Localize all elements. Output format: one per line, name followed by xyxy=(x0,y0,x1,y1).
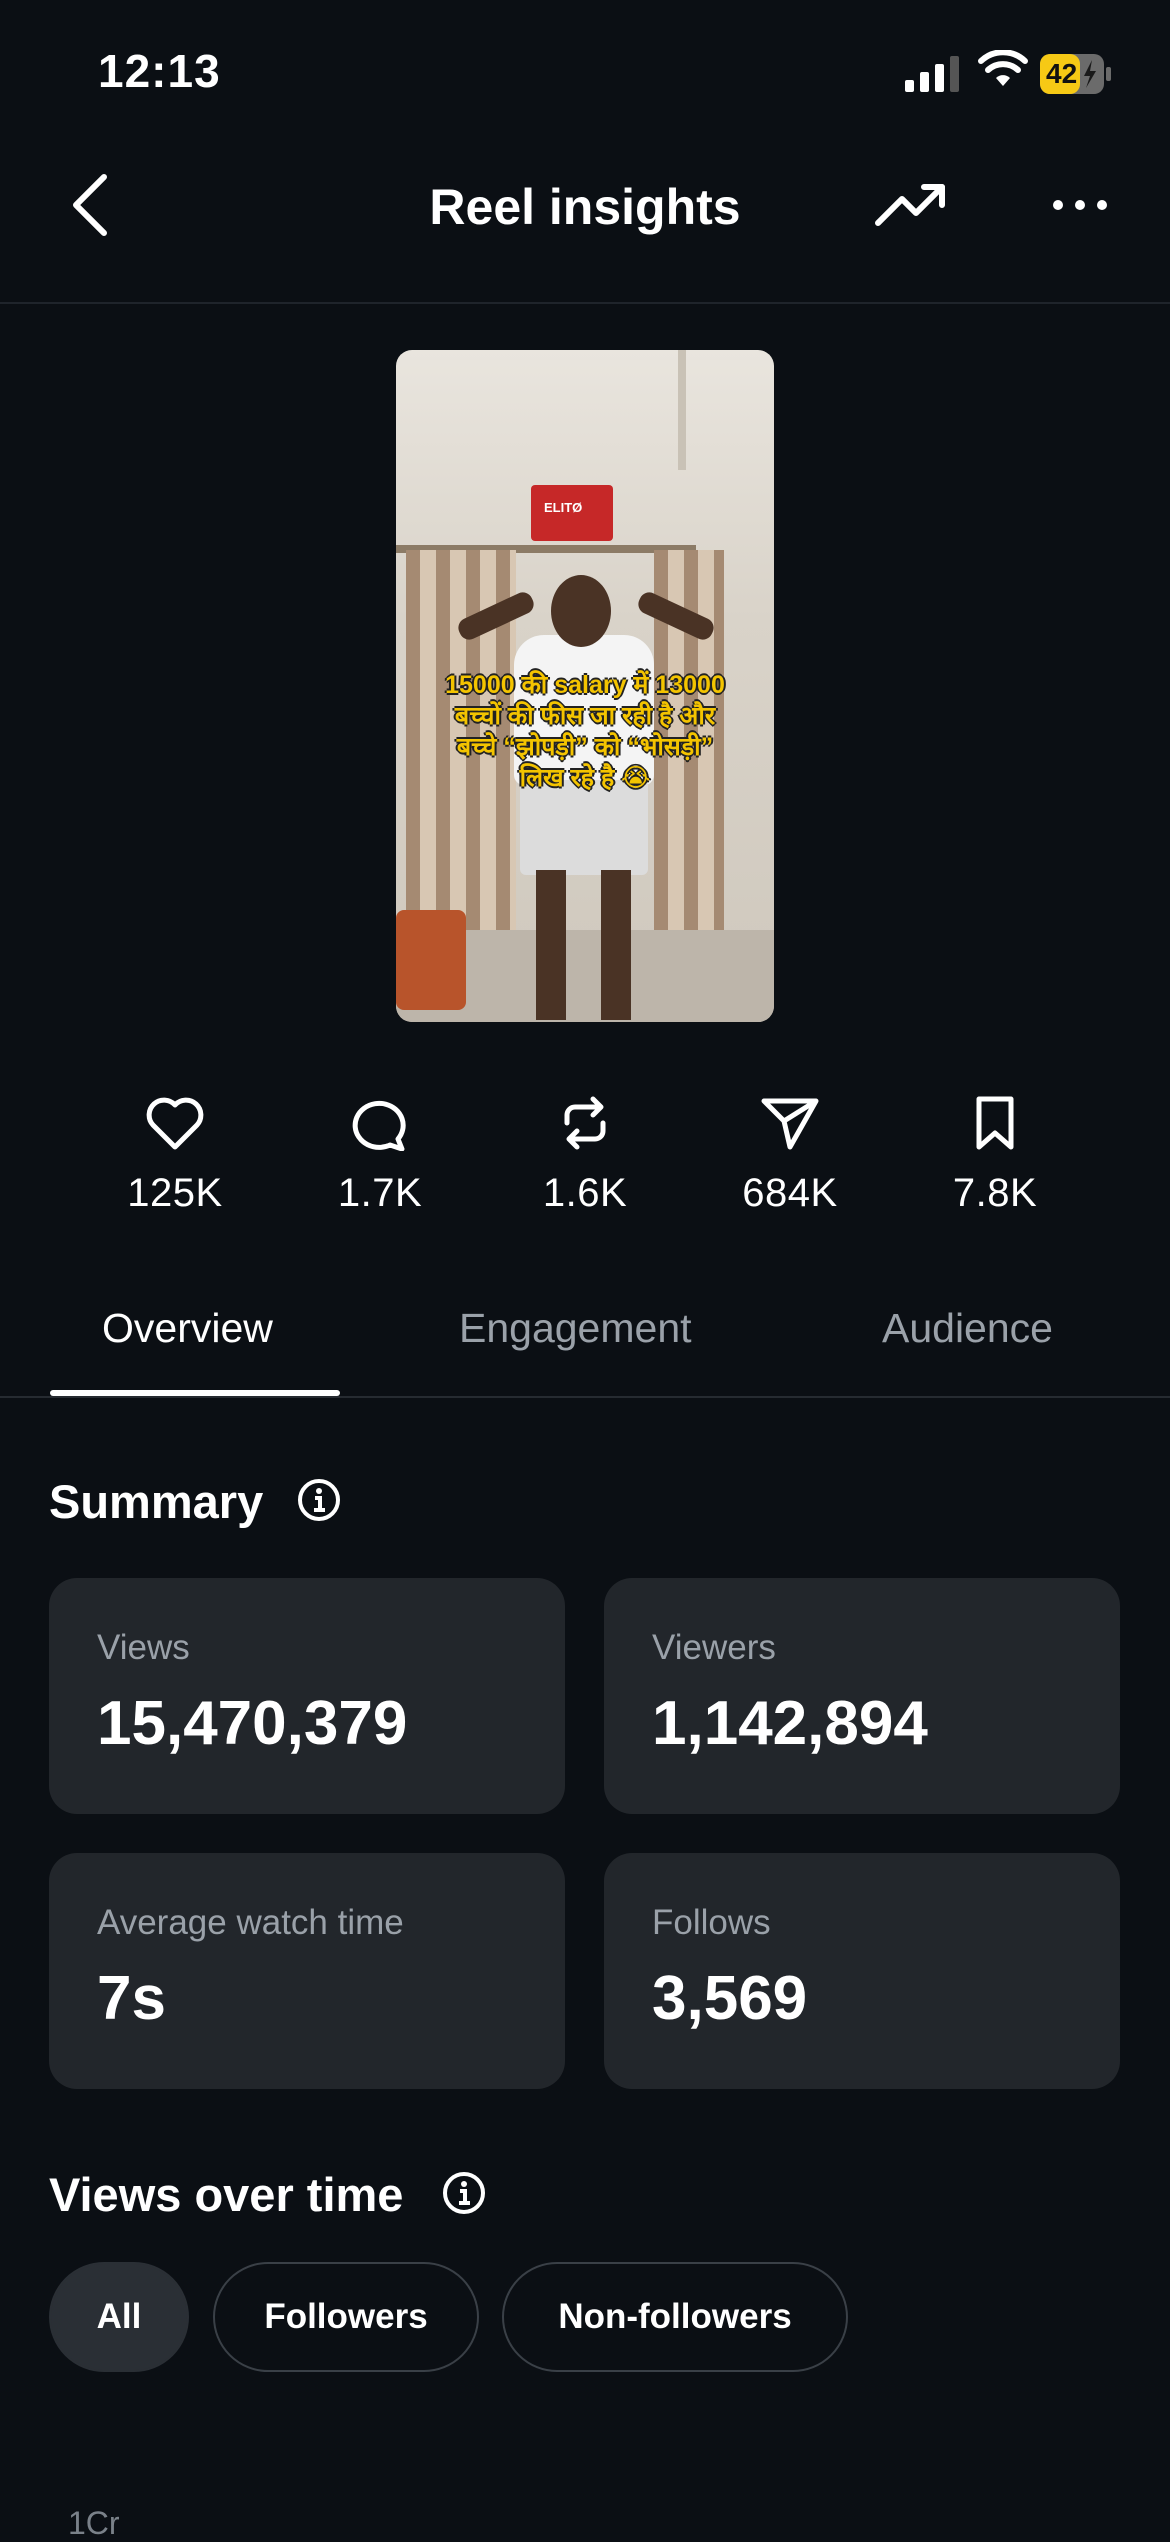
reel-thumbnail[interactable]: ELITØ 15000 की salary में 13000 बच्चों क… xyxy=(396,350,774,1022)
avg-watch-time-card: Average watch time 7s xyxy=(49,1853,565,2089)
shares-count: 684K xyxy=(742,1171,838,1215)
views-label: Views xyxy=(97,1628,190,1667)
chart-axis-label: 1Cr xyxy=(68,2505,120,2541)
reel-caption: 15000 की salary में 13000 बच्चों की फीस … xyxy=(445,671,725,792)
tab-engagement[interactable]: Engagement xyxy=(459,1305,692,1352)
views-value: 15,470,379 xyxy=(97,1689,408,1758)
cellular-signal-icon xyxy=(905,56,959,92)
views-card: Views 15,470,379 xyxy=(49,1578,565,1814)
summary-title: Summary xyxy=(49,1475,264,1528)
more-options-button[interactable] xyxy=(1050,190,1110,220)
comment-icon xyxy=(352,1100,406,1151)
filter-all-chip[interactable]: All xyxy=(49,2262,189,2372)
reposts-count: 1.6K xyxy=(542,1171,628,1215)
battery-icon: 42 xyxy=(1040,54,1112,94)
share-icon xyxy=(761,1098,819,1150)
avg-watch-time-value: 7s xyxy=(97,1964,166,2033)
tab-overview[interactable]: Overview xyxy=(102,1305,273,1352)
shares-stat: 684K xyxy=(710,1095,870,1216)
trends-button[interactable] xyxy=(872,175,952,235)
follows-value: 3,569 xyxy=(652,1964,808,2033)
tab-audience[interactable]: Audience xyxy=(882,1305,1053,1352)
active-tab-indicator xyxy=(50,1390,340,1396)
views-over-time-info-icon[interactable] xyxy=(442,2171,486,2215)
tabs-divider xyxy=(0,1396,1170,1398)
saves-count: 7.8K xyxy=(952,1171,1038,1215)
wifi-icon xyxy=(978,50,1028,86)
status-time: 12:13 xyxy=(98,45,221,97)
filter-non-followers-chip[interactable]: Non-followers xyxy=(502,2262,848,2372)
viewers-value: 1,142,894 xyxy=(652,1689,928,1758)
viewers-card: Viewers 1,142,894 xyxy=(604,1578,1120,1814)
more-icon xyxy=(1053,200,1107,210)
header-divider xyxy=(0,302,1170,304)
summary-info-icon[interactable] xyxy=(297,1478,341,1522)
avg-watch-time-label: Average watch time xyxy=(97,1903,404,1942)
viewers-label: Viewers xyxy=(652,1628,776,1667)
page-title: Reel insights xyxy=(429,179,741,235)
follows-label: Follows xyxy=(652,1903,771,1942)
saves-stat: 7.8K xyxy=(915,1095,1075,1216)
filter-followers-chip[interactable]: Followers xyxy=(213,2262,479,2372)
reposts-stat: 1.6K xyxy=(505,1095,665,1216)
wall-sign-text: ELITØ xyxy=(544,500,583,515)
likes-count: 125K xyxy=(127,1171,223,1215)
battery-level: 42 xyxy=(1046,58,1078,89)
trending-up-icon xyxy=(875,184,945,226)
repost-icon xyxy=(564,1096,606,1150)
heart-icon xyxy=(146,1097,204,1150)
likes-stat: 125K xyxy=(95,1095,255,1216)
views-over-time-title: Views over time xyxy=(49,2168,404,2221)
comments-stat: 1.7K xyxy=(300,1095,460,1216)
follows-card: Follows 3,569 xyxy=(604,1853,1120,2089)
bookmark-icon xyxy=(976,1096,1014,1150)
comments-count: 1.7K xyxy=(337,1171,423,1215)
